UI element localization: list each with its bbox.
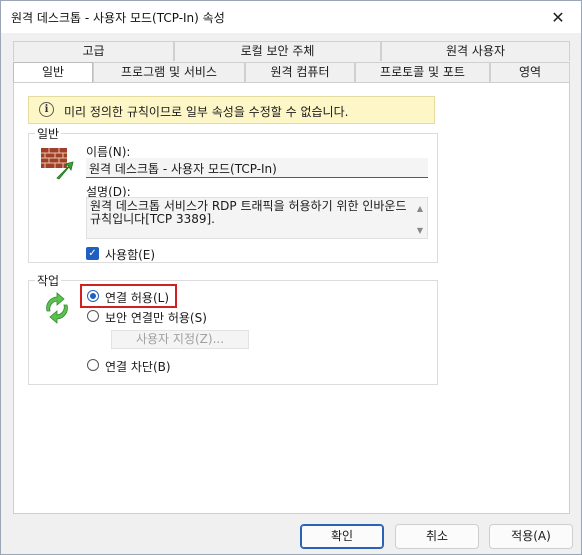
tab-general[interactable]: 일반 <box>13 62 93 83</box>
scroll-up-icon[interactable]: ▲ <box>417 202 423 215</box>
allow-connection-label: 연결 허용(L) <box>105 291 170 305</box>
info-text: 미리 정의한 규칙이므로 일부 속성을 수정할 수 없습니다. <box>64 105 349 119</box>
info-icon: i <box>39 102 54 117</box>
description-field[interactable]: 원격 데스크톱 서비스가 RDP 트래픽을 허용하기 위한 인바운드 규칙입니다… <box>86 197 428 239</box>
tab-scope[interactable]: 영역 <box>490 62 570 82</box>
action-group: 작업 연결 허용(L) 보안 연결만 허용(S) 사용자 지정(Z)... 연결… <box>28 272 438 385</box>
cancel-button[interactable]: 취소 <box>395 524 479 549</box>
block-connection-radio[interactable] <box>87 359 99 371</box>
scroll-down-icon[interactable]: ▼ <box>417 224 423 237</box>
window-title: 원격 데스크톱 - 사용자 모드(TCP-In) 속성 <box>11 11 225 25</box>
general-legend: 일반 <box>35 125 62 142</box>
general-group: 일반 이름(N): 원격 데스크톱 - 사용자 모드(TCP-In) 설명(D)… <box>28 125 438 263</box>
description-text: 원격 데스크톱 서비스가 RDP 트래픽을 허용하기 위한 인바운드 규칙입니다… <box>90 199 407 226</box>
action-legend: 작업 <box>35 272 62 289</box>
allow-secure-radio[interactable] <box>87 310 99 322</box>
allow-secure-label: 보안 연결만 허용(S) <box>105 311 207 325</box>
properties-window: 원격 데스크톱 - 사용자 모드(TCP-In) 속성 ✕ 고급 로컬 보안 주… <box>0 0 582 555</box>
tab-row-bottom: 일반 프로그램 및 서비스 원격 컴퓨터 프로토콜 및 포트 영역 <box>13 62 570 83</box>
title-bar: 원격 데스크톱 - 사용자 모드(TCP-In) 속성 ✕ <box>1 1 581 33</box>
ok-button[interactable]: 확인 <box>300 524 384 549</box>
tab-remote-computers[interactable]: 원격 컴퓨터 <box>245 62 355 82</box>
tab-protocols-ports[interactable]: 프로토콜 및 포트 <box>355 62 490 82</box>
name-field[interactable]: 원격 데스크톱 - 사용자 모드(TCP-In) <box>86 158 428 178</box>
enabled-label: 사용함(E) <box>105 248 156 262</box>
tab-row-top: 고급 로컬 보안 주체 원격 사용자 <box>13 41 570 61</box>
enabled-checkbox[interactable]: ✓ <box>86 247 99 260</box>
recycle-arrows-icon <box>46 292 68 324</box>
apply-button[interactable]: 적용(A) <box>489 524 573 549</box>
tab-advanced[interactable]: 고급 <box>13 41 174 61</box>
tab-programs-services[interactable]: 프로그램 및 서비스 <box>93 62 245 82</box>
info-banner: i 미리 정의한 규칙이므로 일부 속성을 수정할 수 없습니다. <box>28 96 435 124</box>
general-panel: i 미리 정의한 규칙이므로 일부 속성을 수정할 수 없습니다. 일반 이름(… <box>13 82 570 514</box>
allow-connection-radio[interactable] <box>87 290 99 302</box>
block-connection-label: 연결 차단(B) <box>105 360 171 374</box>
close-icon[interactable]: ✕ <box>535 1 581 33</box>
firewall-brick-icon <box>41 148 74 180</box>
tab-local-principals[interactable]: 로컬 보안 주체 <box>174 41 381 61</box>
tab-remote-users[interactable]: 원격 사용자 <box>381 41 570 61</box>
customize-button[interactable]: 사용자 지정(Z)... <box>111 330 249 349</box>
